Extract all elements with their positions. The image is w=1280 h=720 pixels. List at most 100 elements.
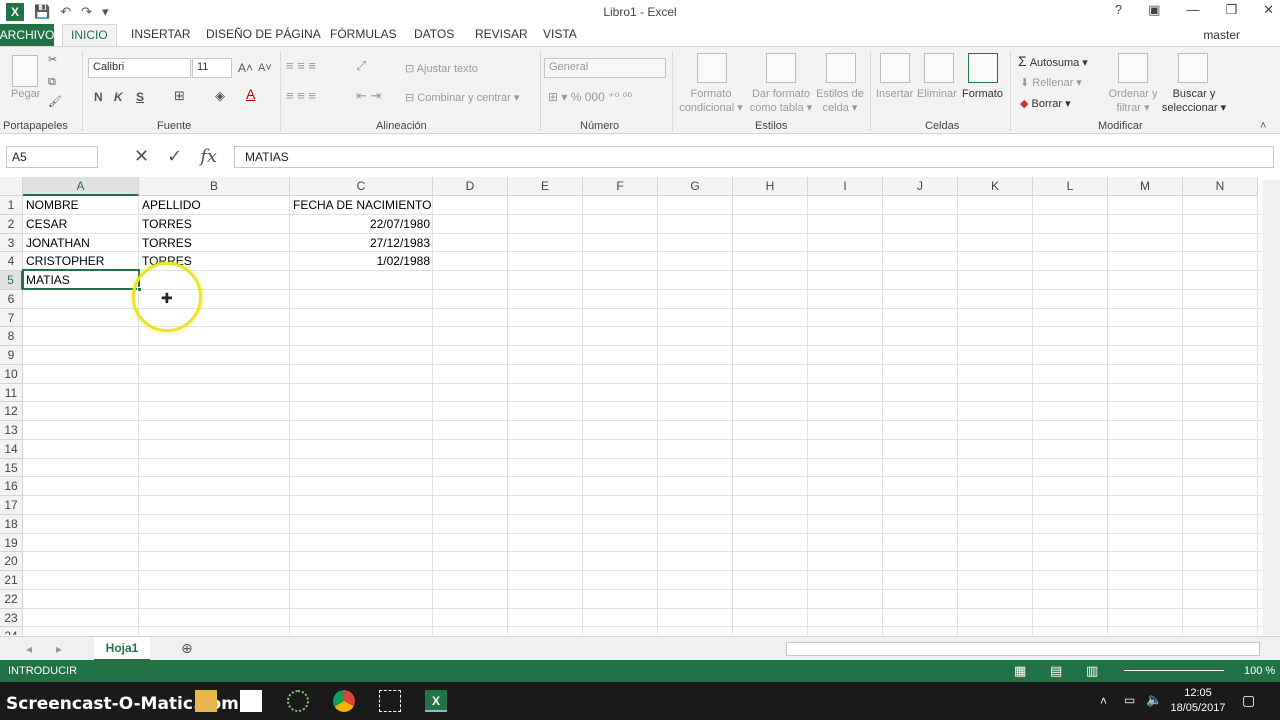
notifications-icon[interactable]: ▢	[1242, 692, 1255, 709]
indent-icon[interactable]: ⇤ ⇥	[356, 89, 381, 103]
minimize-icon[interactable]: —	[1186, 2, 1199, 18]
format-painter-icon[interactable]: 🖌	[48, 95, 62, 109]
row-header-21[interactable]: 21	[0, 571, 23, 590]
column-header-f[interactable]: F	[583, 177, 658, 196]
confirm-entry-icon[interactable]: ✓	[167, 146, 182, 167]
column-header-l[interactable]: L	[1033, 177, 1108, 196]
fill-color-icon[interactable]: ◈	[215, 89, 225, 103]
format-as-table-icon[interactable]	[766, 53, 796, 83]
cell-a1[interactable]: NOMBRE	[23, 196, 139, 214]
add-sheet-icon[interactable]: ⊕	[181, 640, 193, 657]
delete-cells-button[interactable]: Eliminar	[917, 87, 957, 101]
row-header-18[interactable]: 18	[0, 514, 23, 534]
close-icon[interactable]: ✕	[1263, 2, 1274, 18]
find-select-button[interactable]: Buscar y seleccionar ▾	[1160, 87, 1228, 115]
column-header-i[interactable]: I	[808, 177, 883, 196]
zoom-level[interactable]: 100 %	[1244, 665, 1275, 677]
cell-styles-icon[interactable]	[826, 53, 856, 83]
page-layout-icon[interactable]: ▤	[1050, 663, 1062, 679]
row-header-11[interactable]: 11	[0, 383, 23, 403]
page-break-icon[interactable]: ▥	[1086, 663, 1098, 679]
row-header-4[interactable]: 4	[0, 252, 23, 271]
paste-icon[interactable]	[12, 55, 38, 87]
font-name-combo[interactable]: Calibri	[88, 58, 191, 78]
cell-c1[interactable]: FECHA DE NACIMIENTO	[290, 196, 433, 214]
column-header-c[interactable]: C	[290, 177, 433, 196]
row-header-23[interactable]: 23	[0, 608, 23, 628]
loading-icon[interactable]	[287, 690, 309, 712]
cell-a3[interactable]: JONATHAN	[23, 234, 139, 252]
row-header-6[interactable]: 6	[0, 289, 23, 309]
tab-inicio[interactable]: INICIO	[62, 24, 117, 47]
cut-icon[interactable]: ✂	[48, 53, 57, 67]
cell-styles-button[interactable]: Estilos de celda ▾	[814, 87, 866, 115]
row-header-24[interactable]: 24	[0, 627, 23, 635]
excel-taskbar-icon[interactable]: X	[425, 690, 447, 712]
row-header-9[interactable]: 9	[0, 346, 23, 365]
select-all-corner[interactable]	[0, 177, 23, 196]
insert-cells-button[interactable]: Insertar	[876, 87, 913, 101]
zoom-slider[interactable]	[1124, 670, 1224, 671]
cell-c2[interactable]: 22/07/1980	[290, 215, 433, 233]
font-size-combo[interactable]: 11	[192, 58, 232, 78]
volume-icon[interactable]: 🔈	[1146, 692, 1162, 708]
vertical-scrollbar[interactable]	[1263, 180, 1280, 635]
column-header-j[interactable]: J	[883, 177, 958, 196]
column-header-e[interactable]: E	[508, 177, 583, 196]
delete-cells-icon[interactable]	[924, 53, 954, 83]
row-header-5[interactable]: 5	[0, 271, 23, 290]
next-sheet-icon[interactable]: ▸	[56, 642, 62, 656]
row-header-15[interactable]: 15	[0, 458, 23, 478]
increase-font-icon[interactable]: A˄	[238, 61, 253, 75]
network-icon[interactable]: ▭	[1124, 693, 1135, 707]
row-header-2[interactable]: 2	[0, 214, 23, 234]
column-header-g[interactable]: G	[658, 177, 733, 196]
format-cells-button[interactable]: Formato	[962, 87, 1003, 101]
restore-icon[interactable]: ❐	[1225, 2, 1237, 18]
paste-button[interactable]: Pegar	[11, 87, 40, 101]
cell-a4[interactable]: CRISTOPHER	[23, 252, 139, 270]
row-header-13[interactable]: 13	[0, 421, 23, 440]
cell-c3[interactable]: 27/12/1983	[290, 234, 433, 252]
format-cells-icon[interactable]	[968, 53, 998, 83]
spreadsheet-grid[interactable]: A B C D E F G H I J K L M N 1 2 3 4 5 6 7 8 9 10 11 12 13 14 15 16 17 1…	[0, 177, 1262, 635]
row-header-22[interactable]: 22	[0, 589, 23, 609]
cell-b1[interactable]: APELLIDO	[139, 196, 290, 214]
row-header-19[interactable]: 19	[0, 533, 23, 553]
copy-icon[interactable]: ⧉	[48, 75, 56, 89]
conditional-format-icon[interactable]	[697, 53, 727, 83]
cell-b3[interactable]: TORRES	[139, 234, 290, 252]
name-box[interactable]: A5	[6, 146, 98, 168]
format-as-table-button[interactable]: Dar formato como tabla ▾	[748, 87, 814, 115]
bold-button[interactable]: N	[94, 90, 103, 104]
tray-chevron-icon[interactable]: ˄	[1100, 694, 1107, 708]
number-format-combo[interactable]: General	[544, 58, 666, 78]
row-header-10[interactable]: 10	[0, 364, 23, 384]
user-name[interactable]: master	[1203, 28, 1240, 42]
tab-vista[interactable]: VISTA	[543, 27, 577, 41]
column-header-b[interactable]: B	[139, 177, 290, 196]
tab-formulas[interactable]: FÓRMULAS	[330, 27, 397, 41]
column-header-h[interactable]: H	[733, 177, 808, 196]
collapse-ribbon-icon[interactable]: ˄	[1260, 119, 1266, 133]
align-top-icon[interactable]: ≡ ≡ ≡	[286, 59, 316, 73]
store-icon[interactable]	[240, 690, 262, 712]
column-header-d[interactable]: D	[433, 177, 508, 196]
ribbon-display-icon[interactable]: ▣	[1148, 2, 1160, 18]
row-header-12[interactable]: 12	[0, 402, 23, 421]
merge-center-button[interactable]: ⊟ Combinar y centrar ▾	[405, 91, 519, 105]
row-header-17[interactable]: 17	[0, 496, 23, 515]
fill-button[interactable]: ⬇ Rellenar ▾	[1020, 76, 1082, 90]
conditional-format-button[interactable]: Formato condicional ▾	[678, 87, 744, 115]
column-header-m[interactable]: M	[1108, 177, 1183, 196]
normal-view-icon[interactable]: ▦	[1014, 663, 1026, 679]
insert-cells-icon[interactable]	[880, 53, 910, 83]
row-header-20[interactable]: 20	[0, 552, 23, 571]
find-select-icon[interactable]	[1178, 53, 1208, 83]
row-header-16[interactable]: 16	[0, 477, 23, 496]
tab-datos[interactable]: DATOS	[414, 27, 454, 41]
cell-a2[interactable]: CESAR	[23, 215, 139, 233]
sheet-tab-hoja1[interactable]: Hoja1	[94, 637, 150, 661]
cell-c5[interactable]	[290, 271, 433, 289]
italic-button[interactable]: K	[114, 90, 123, 104]
